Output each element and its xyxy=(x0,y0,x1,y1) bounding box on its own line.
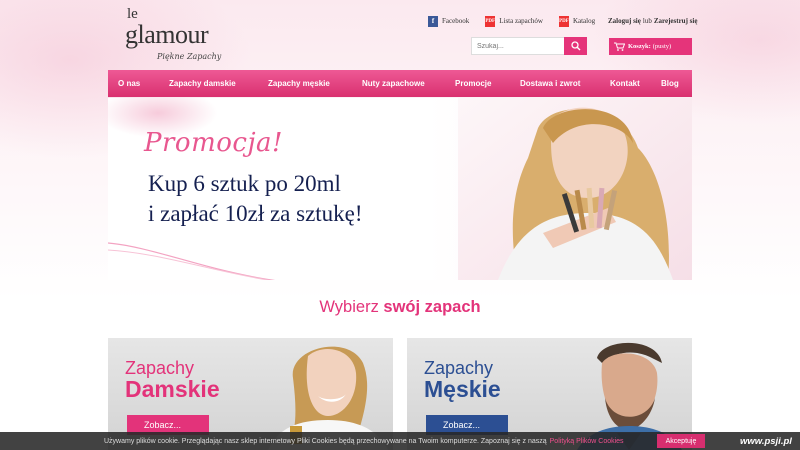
cookie-policy-link[interactable]: Polityką Plików Cookies xyxy=(550,438,624,445)
fragrance-list-link[interactable]: PDF Lista zapachów xyxy=(485,15,543,27)
logo[interactable]: le glamour Piękne Zapachy xyxy=(125,6,235,66)
facebook-icon: f xyxy=(428,15,438,27)
register-link[interactable]: Zarejestruj się xyxy=(654,17,698,25)
nav-item-notes[interactable]: Nuty zapachowe xyxy=(362,79,425,88)
nav-item-women[interactable]: Zapachy damskie xyxy=(169,79,236,88)
search-button[interactable] xyxy=(564,37,587,55)
search-input[interactable] xyxy=(471,37,564,55)
nav-item-promotions[interactable]: Promocje xyxy=(455,79,491,88)
logo-name: glamour xyxy=(125,20,209,49)
cart-button[interactable]: Koszyk: (pusty) xyxy=(609,38,692,55)
or-text: lub xyxy=(642,17,652,25)
nav-item-contact[interactable]: Kontakt xyxy=(610,79,640,88)
facebook-link[interactable]: f Facebook xyxy=(428,15,470,27)
catalog-label: Katalog xyxy=(572,17,596,25)
main-nav: O nas Zapachy damskie Zapachy męskie Nut… xyxy=(108,70,692,97)
promo-line-2: i zapłać 10zł za sztukę! xyxy=(148,201,363,226)
pdf-icon: PDF xyxy=(558,15,569,27)
section-heading-bold: swój zapach xyxy=(383,298,481,316)
cookie-accept-button[interactable]: Akceptuję xyxy=(657,434,705,448)
watermark: www.psji.pl xyxy=(740,436,792,447)
search-bar xyxy=(471,37,587,55)
promo-heading: Promocja! xyxy=(144,128,283,158)
women-card-title-2: Damskie xyxy=(125,376,220,402)
cart-icon xyxy=(614,42,625,51)
facebook-link-label: Facebook xyxy=(442,17,470,25)
men-card-title-2: Męskie xyxy=(424,376,501,402)
cookie-text: Używamy plików cookie. Przeglądając nasz… xyxy=(104,437,547,445)
account-links: Zaloguj się lub Zarejestruj się xyxy=(608,14,697,28)
pdf-icon: PDF xyxy=(485,15,496,27)
fragrance-list-label: Lista zapachów xyxy=(499,17,543,25)
nav-item-men[interactable]: Zapachy męskie xyxy=(268,79,330,88)
section-heading-prefix: Wybierz xyxy=(319,298,379,316)
promo-banner[interactable]: Promocja! Kup 6 sztuk po 20ml i zapłać 1… xyxy=(108,98,692,280)
section-heading: Wybierz swój zapach xyxy=(0,298,800,317)
nav-item-delivery[interactable]: Dostawa i zwrot xyxy=(520,79,580,88)
search-icon xyxy=(570,41,580,51)
logo-tagline: Piękne Zapachy xyxy=(157,52,222,61)
cart-label: Koszyk: xyxy=(628,43,651,50)
promo-line-1: Kup 6 sztuk po 20ml xyxy=(148,171,341,196)
login-link[interactable]: Zaloguj się xyxy=(608,17,641,25)
catalog-link[interactable]: PDF Katalog xyxy=(558,15,596,27)
cart-status: (pusty) xyxy=(652,43,672,50)
top-links: f Facebook PDF Lista zapachów PDF Katalo… xyxy=(428,14,611,28)
banner-swoosh xyxy=(108,242,276,280)
nav-item-about[interactable]: O nas xyxy=(118,79,140,88)
banner-model-photo xyxy=(458,98,692,280)
cookie-bar: Używamy plików cookie. Przeglądając nasz… xyxy=(0,432,800,450)
nav-item-blog[interactable]: Blog xyxy=(661,79,679,88)
